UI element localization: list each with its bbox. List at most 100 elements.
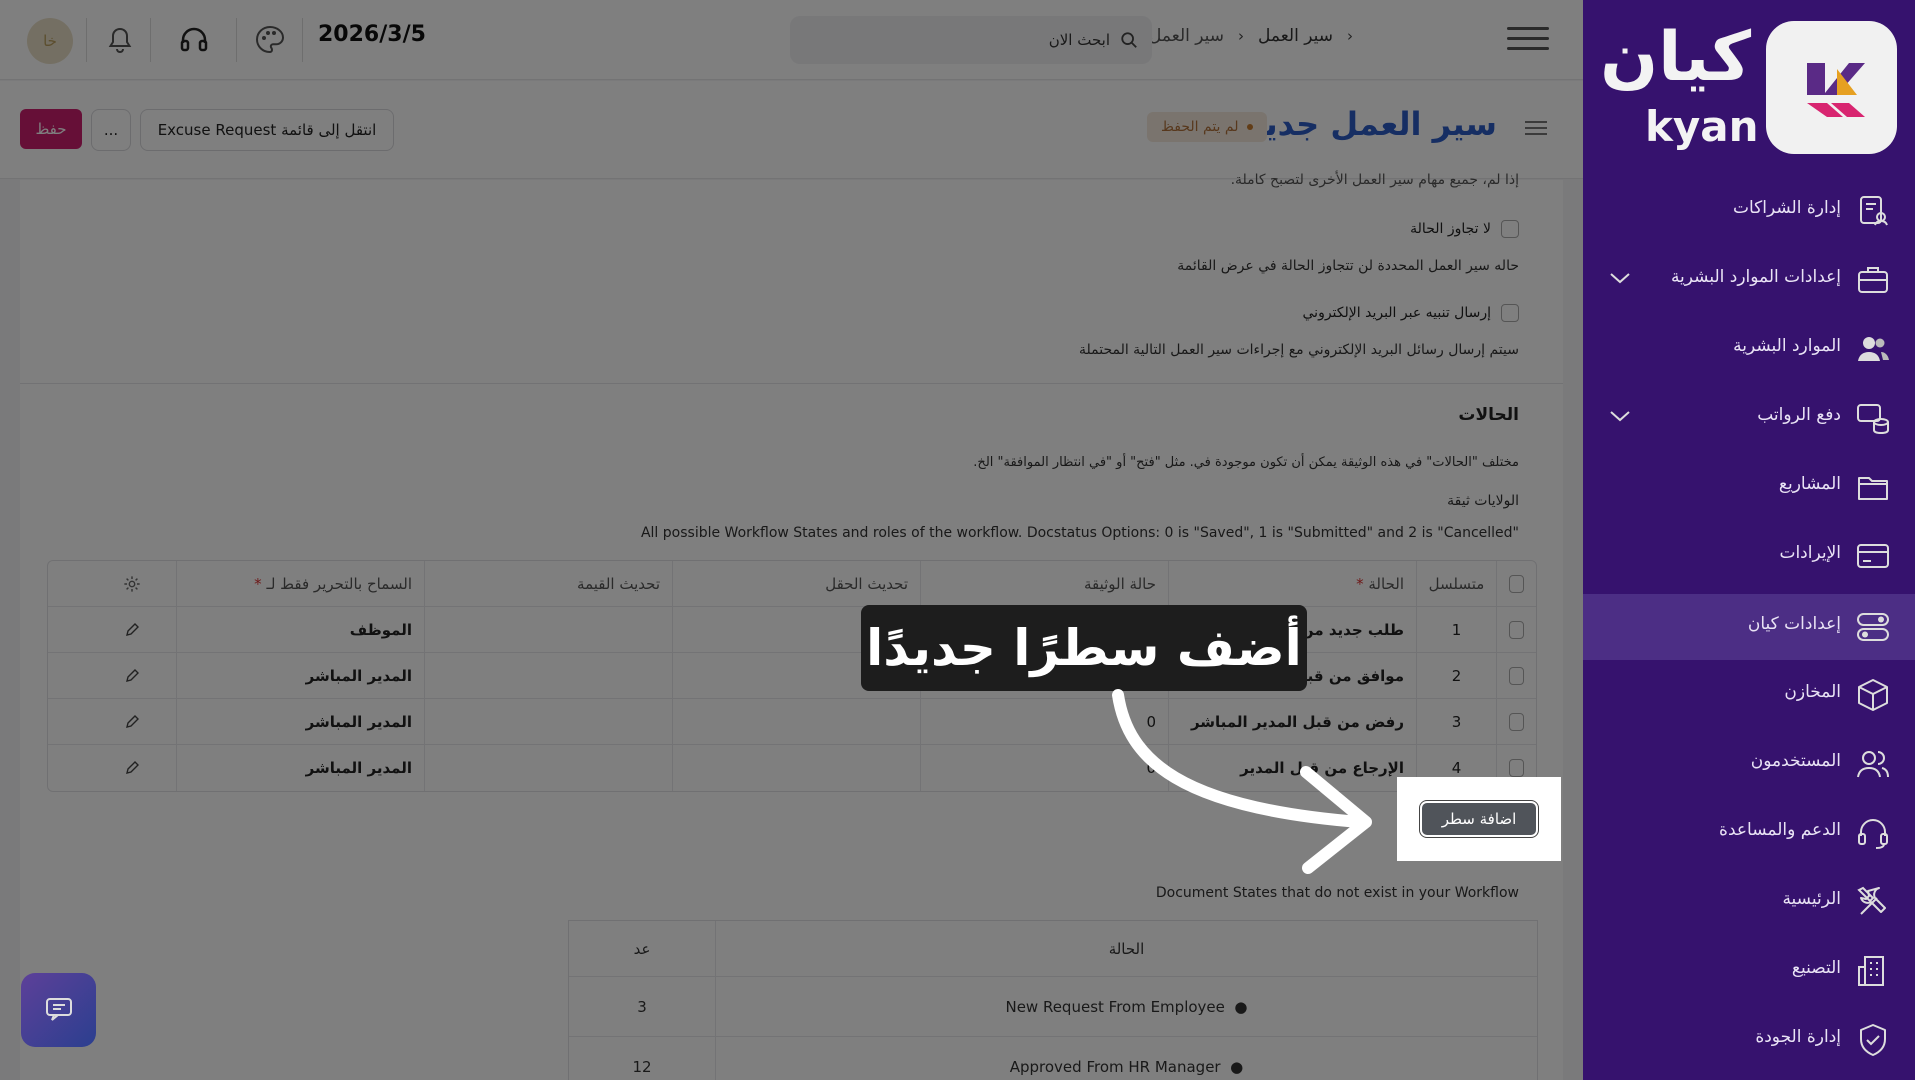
sidebar-item-support[interactable]: الدعم والمساعدة: [1583, 800, 1915, 866]
sidebar-item-revenues[interactable]: الإيرادات: [1583, 523, 1915, 589]
form-content: إذا لم، جميع مهام سير العمل الأخرى لتصبح…: [20, 172, 1563, 1080]
row-checkbox-cell: [1496, 653, 1536, 699]
missing-state-count: 12: [632, 1057, 652, 1076]
sidebar-item-users[interactable]: المستخدمون: [1583, 731, 1915, 797]
row-state[interactable]: الإرجاع من قبل المدير: [1168, 745, 1416, 791]
sidebar-item-kyan-settings[interactable]: إعدادات كيان: [1583, 594, 1915, 660]
states-subtitle: الولايات ثيقة: [1447, 493, 1519, 509]
col-state: الحالة *: [1168, 561, 1416, 607]
select-all-checkbox[interactable]: [1509, 575, 1524, 593]
no-override-desc: حاله سير العمل المحددة لن تتجاوز الحالة …: [1177, 258, 1519, 274]
edit-row-pencil-icon[interactable]: [88, 607, 176, 653]
email-alert-desc: سيتم إرسال رسائل البريد الإلكتروني مع إج…: [1078, 342, 1519, 358]
sidebar-item-hr-settings[interactable]: إعدادات الموارد البشرية: [1583, 247, 1915, 313]
row-seq: 1: [1416, 607, 1496, 653]
row-role[interactable]: المدير المباشر: [176, 653, 424, 699]
sidebar-item-quality[interactable]: إدارة الجودة: [1583, 1007, 1915, 1073]
sidebar-item-label: الإيرادات: [1779, 543, 1841, 563]
edit-row-pencil-icon[interactable]: [88, 745, 176, 791]
no-override-row: لا تجاوز الحالة: [1410, 220, 1519, 238]
row-update-value[interactable]: [424, 745, 672, 791]
row-checkbox[interactable]: [1509, 759, 1524, 777]
headset-icon[interactable]: [174, 20, 214, 60]
email-alert-label: إرسال تنبيه عبر البريد الإلكتروني: [1302, 305, 1492, 321]
no-override-checkbox[interactable]: [1501, 220, 1519, 238]
avatar[interactable]: خا: [27, 18, 73, 64]
select-all-cell: [1496, 561, 1536, 607]
required-mark: *: [1356, 575, 1369, 593]
palette-icon[interactable]: [250, 20, 290, 60]
gear-icon[interactable]: [88, 561, 176, 607]
sidebar: كيان kyan إدارة الشراكات إعدادات الموارد…: [1583, 0, 1915, 1080]
row-update-value[interactable]: [424, 607, 672, 653]
row-seq: 3: [1416, 699, 1496, 745]
chat-button[interactable]: [21, 973, 96, 1047]
add-row-button[interactable]: اضافة سطر: [1419, 800, 1539, 838]
sidebar-item-partnerships[interactable]: إدارة الشراكات: [1583, 178, 1915, 244]
row-role[interactable]: المدير المباشر: [176, 745, 424, 791]
credit-card-icon: [1857, 544, 1889, 568]
row-update-field[interactable]: [672, 699, 920, 745]
row-checkbox[interactable]: [1509, 713, 1524, 731]
sidebar-item-warehouses[interactable]: المخازن: [1583, 662, 1915, 728]
list-menu-icon[interactable]: [1525, 119, 1547, 137]
row-update-field[interactable]: [672, 745, 920, 791]
chat-icon: [45, 998, 72, 1021]
spotlight-highlight: اضافة سطر: [1397, 777, 1561, 861]
row-doc-status[interactable]: 0: [920, 745, 1168, 791]
more-options-button[interactable]: ...: [91, 109, 131, 151]
row-checkbox[interactable]: [1509, 667, 1524, 685]
bell-icon[interactable]: [100, 20, 140, 60]
email-alert-row: إرسال تنبيه عبر البريد الإلكتروني: [1302, 304, 1519, 322]
sidebar-item-projects[interactable]: المشاريع: [1583, 454, 1915, 520]
row-update-value[interactable]: [424, 653, 672, 699]
table-header-row: الحالة عد: [569, 921, 1537, 977]
row-doc-status[interactable]: 0: [920, 699, 1168, 745]
edit-row-pencil-icon[interactable]: [88, 699, 176, 745]
email-alert-checkbox[interactable]: [1501, 304, 1519, 322]
sidebar-item-hr[interactable]: الموارد البشرية: [1583, 316, 1915, 382]
col-count: عد: [633, 939, 651, 958]
col-state-label: الحالة: [1368, 575, 1404, 593]
row-role[interactable]: المدير المباشر: [176, 699, 424, 745]
row-role[interactable]: الموظف: [176, 607, 424, 653]
toolbar-divider: [86, 18, 87, 62]
sidebar-item-manufacturing[interactable]: التصنيع: [1583, 938, 1915, 1004]
table-row[interactable]: 3 رفض من قبل المدير المباشر 0 المدير الم…: [48, 699, 1536, 745]
row-update-value[interactable]: [424, 699, 672, 745]
sidebar-item-home[interactable]: الرئيسية: [1583, 869, 1915, 935]
search-box[interactable]: [790, 16, 1152, 64]
breadcrumb-parent[interactable]: سير العمل: [1258, 26, 1333, 46]
chevron-down-icon: [1610, 411, 1630, 422]
search-input[interactable]: [830, 31, 1110, 49]
sidebar-item-payroll[interactable]: دفع الرواتب: [1583, 385, 1915, 451]
toolbar-divider: [236, 18, 237, 62]
page-header: سير العمل جديد لم يتم الحفظ انتقل إلى قا…: [0, 81, 1583, 179]
chevron-left-icon: ‹: [1238, 27, 1245, 45]
edit-row-pencil-icon[interactable]: [88, 653, 176, 699]
table-row[interactable]: 1 طلب جديد من قبل الموظف 0 الموظف: [48, 607, 1536, 653]
toolbar-divider: [302, 18, 303, 62]
bullet-icon: ●: [1234, 997, 1248, 1016]
user-group-icon: [1857, 751, 1889, 778]
users-icon: [1858, 337, 1889, 361]
col-update-value: تحديث القيمة: [424, 561, 672, 607]
sidebar-item-label: الدعم والمساعدة: [1719, 820, 1841, 840]
hamburger-menu-icon[interactable]: [1507, 24, 1549, 54]
col-doc-status: حالة الوثيقة: [920, 561, 1168, 607]
sidebar-item-label: التصنيع: [1791, 958, 1841, 978]
row-checkbox[interactable]: [1509, 621, 1524, 639]
missing-state-cell: New Request From Employee ●: [715, 977, 1537, 1036]
table-row[interactable]: 2 موافق من قبل المدير المباشر 1 المدير ا…: [48, 653, 1536, 699]
sidebar-item-label: الرئيسية: [1782, 889, 1841, 909]
sidebar-item-label: المشاريع: [1778, 474, 1841, 494]
goto-list-button[interactable]: انتقل إلى قائمة Excuse Request: [140, 109, 394, 151]
no-override-label: لا تجاوز الحالة: [1410, 221, 1491, 237]
date-label: 2026/3/5: [318, 22, 426, 47]
table-row[interactable]: 4 الإرجاع من قبل المدير 0 المدير المباشر: [48, 745, 1536, 791]
save-button[interactable]: حفظ: [20, 109, 82, 149]
kyan-logo-icon[interactable]: [1766, 21, 1897, 154]
shield-check-icon: [1860, 1024, 1886, 1056]
status-badge-label: لم يتم الحفظ: [1161, 119, 1239, 135]
row-state[interactable]: رفض من قبل المدير المباشر: [1168, 699, 1416, 745]
